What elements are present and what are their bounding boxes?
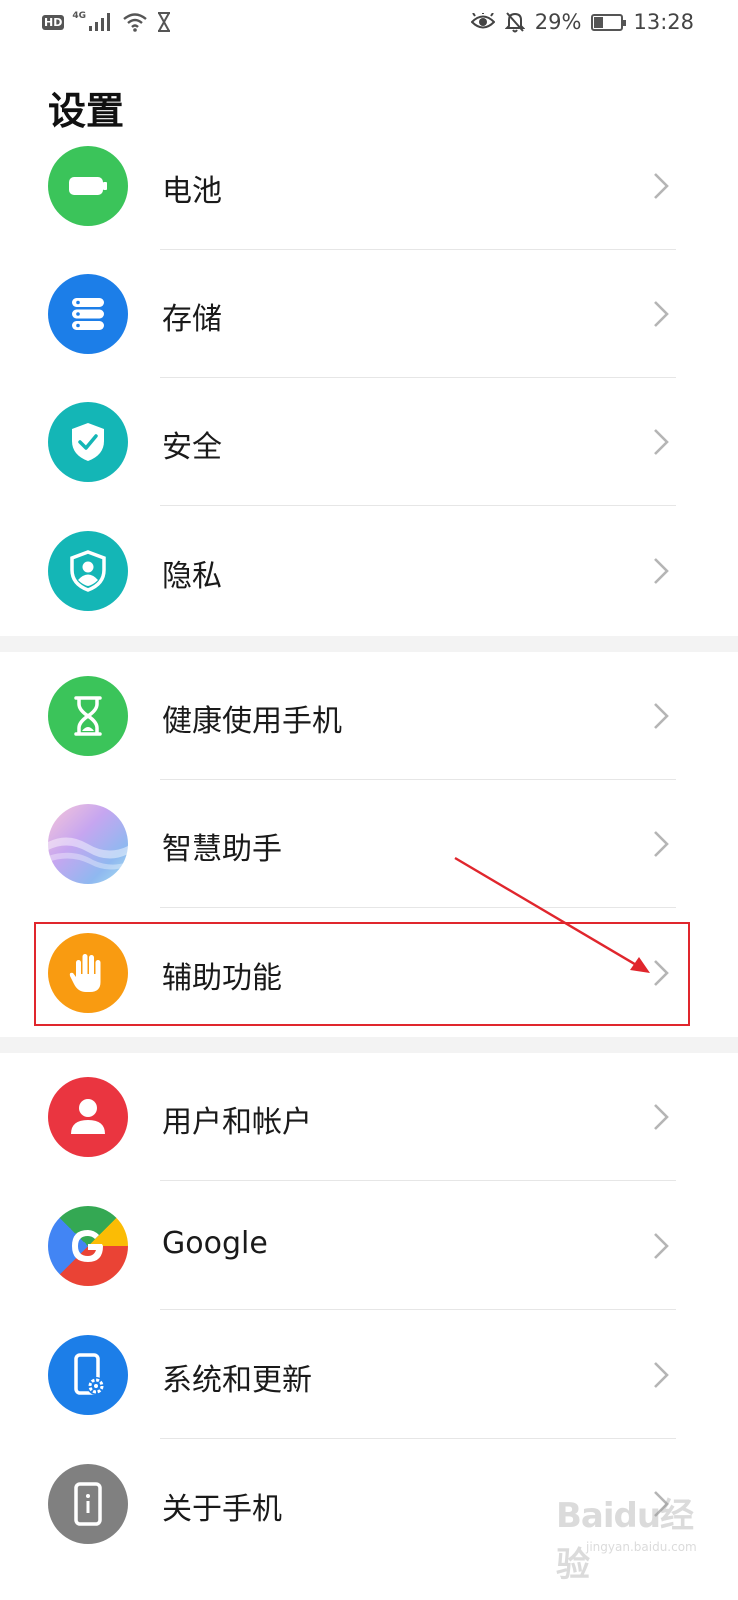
settings-item-privacy[interactable]: 隐私: [0, 507, 738, 635]
settings-item-label: 系统和更新: [162, 1363, 312, 1398]
network-type: 4G: [72, 11, 86, 21]
settings-item-label: 用户和帐户: [162, 1105, 312, 1140]
settings-item-system-updates[interactable]: 系统和更新: [0, 1311, 738, 1439]
chevron-right-icon: [654, 831, 669, 857]
settings-item-label: 健康使用手机: [162, 704, 342, 739]
divider: [160, 1180, 676, 1181]
phone-info-icon: [48, 1464, 128, 1544]
signal-icon: [89, 13, 110, 31]
settings-item-digital-balance[interactable]: 健康使用手机: [0, 652, 738, 780]
battery-icon: [48, 146, 128, 226]
divider: [160, 907, 676, 908]
privacy-icon: [48, 531, 128, 611]
google-icon: [48, 1206, 128, 1286]
status-bar: HD 4G 29% 13:28: [0, 0, 738, 50]
hourglass-status-icon: [158, 12, 170, 32]
chevron-right-icon: [654, 703, 669, 729]
security-shield-icon: [48, 402, 128, 482]
settings-item-security[interactable]: 安全: [0, 378, 738, 506]
hd-badge: HD: [42, 14, 65, 30]
settings-item-label: Google: [162, 1226, 268, 1261]
storage-icon: [48, 274, 128, 354]
annotation-highlight-box: [34, 922, 690, 1026]
divider: [160, 1309, 676, 1310]
settings-item-label: 电池: [162, 174, 222, 209]
system-update-icon: [48, 1335, 128, 1415]
mute-bell-icon: [504, 12, 525, 33]
wifi-icon: [123, 13, 147, 32]
settings-item-google[interactable]: Google: [0, 1182, 738, 1310]
battery-status-icon: [591, 13, 627, 31]
battery-percentage: 29%: [534, 10, 582, 34]
settings-item-label: 智慧助手: [162, 832, 282, 867]
assistant-icon: [48, 804, 128, 884]
section-divider: [0, 1037, 738, 1053]
divider: [160, 505, 676, 506]
divider: [160, 1438, 676, 1439]
settings-item-users-accounts[interactable]: 用户和帐户: [0, 1053, 738, 1181]
settings-item-label: 关于手机: [162, 1492, 282, 1527]
settings-item-storage[interactable]: 存储: [0, 250, 738, 378]
user-icon: [48, 1077, 128, 1157]
chevron-right-icon: [654, 429, 669, 455]
settings-item-smart-assistant[interactable]: 智慧助手: [0, 780, 738, 908]
eye-comfort-icon: [470, 13, 495, 29]
settings-item-label: 存储: [162, 302, 222, 337]
hourglass-icon: [48, 676, 128, 756]
chevron-right-icon: [654, 558, 669, 584]
settings-item-label: 隐私: [162, 559, 222, 594]
chevron-right-icon: [654, 301, 669, 327]
settings-item-label: 安全: [162, 430, 222, 465]
clock: 13:28: [633, 10, 694, 34]
baidu-watermark: Baidu经验 jingyan.baidu.com: [556, 1496, 697, 1585]
chevron-right-icon: [654, 1233, 669, 1259]
chevron-right-icon: [654, 173, 669, 199]
chevron-right-icon: [654, 1104, 669, 1130]
settings-item-battery[interactable]: 电池: [0, 122, 738, 250]
section-divider: [0, 636, 738, 652]
chevron-right-icon: [654, 1362, 669, 1388]
